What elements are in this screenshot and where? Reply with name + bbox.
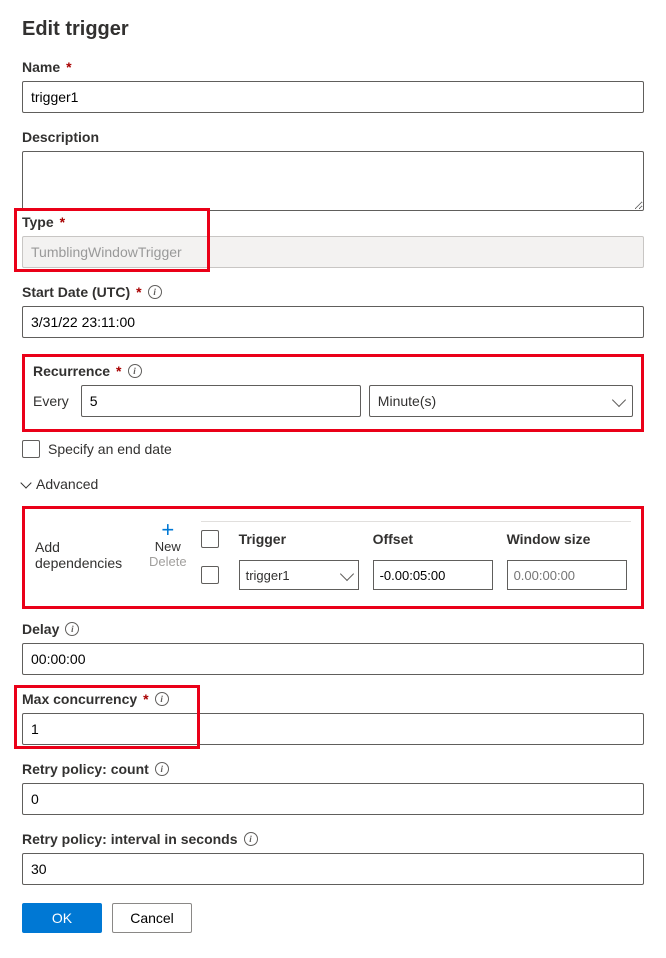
info-icon[interactable]: i: [65, 622, 79, 636]
page-title: Edit trigger: [22, 18, 644, 41]
chevron-down-icon: [612, 392, 626, 406]
chevron-down-icon: [20, 477, 31, 488]
delay-label: Delay: [22, 621, 59, 637]
offset-column-header: Offset: [373, 531, 493, 547]
info-icon[interactable]: i: [148, 285, 162, 299]
table-row: trigger1: [201, 560, 631, 590]
recurrence-label: Recurrence: [33, 363, 110, 379]
wsize-column-header: Window size: [507, 531, 627, 547]
dep-wsize-input[interactable]: [507, 560, 627, 590]
recurrence-section: Recurrence * i Every Minute(s): [22, 354, 644, 432]
required-asterisk: *: [66, 59, 71, 75]
name-label: Name: [22, 59, 60, 75]
required-asterisk: *: [116, 363, 121, 379]
specify-end-label: Specify an end date: [48, 441, 172, 457]
start-date-field: Start Date (UTC) * i: [22, 284, 644, 338]
end-date-field: Specify an end date: [22, 440, 644, 458]
info-icon[interactable]: i: [128, 364, 142, 378]
plus-icon: +: [161, 521, 174, 539]
ok-button[interactable]: OK: [22, 903, 102, 933]
retry-interval-label: Retry policy: interval in seconds: [22, 831, 238, 847]
required-asterisk: *: [136, 284, 141, 300]
max-concurrency-input[interactable]: [22, 713, 644, 745]
info-icon[interactable]: i: [155, 692, 169, 706]
new-button[interactable]: New: [155, 539, 181, 554]
recurrence-unit-select[interactable]: Minute(s): [369, 385, 633, 417]
dep-trigger-select[interactable]: trigger1: [239, 560, 359, 590]
retry-interval-field: Retry policy: interval in seconds i: [22, 831, 644, 885]
required-asterisk: *: [60, 214, 65, 230]
recurrence-value-input[interactable]: [81, 385, 361, 417]
start-date-input[interactable]: [22, 306, 644, 338]
max-concurrency-field: Max concurrency * i: [22, 691, 644, 745]
description-input[interactable]: [22, 151, 644, 211]
delete-button[interactable]: Delete: [149, 554, 187, 569]
every-label: Every: [33, 393, 69, 409]
description-field: Description: [22, 129, 644, 214]
required-asterisk: *: [143, 691, 148, 707]
start-date-label: Start Date (UTC): [22, 284, 130, 300]
add-dependencies-section: Add dependencies + New Delete Trigger Of…: [22, 506, 644, 609]
dependencies-table: Trigger Offset Window size trigger1: [201, 521, 631, 590]
advanced-label: Advanced: [36, 476, 98, 492]
button-bar: OK Cancel: [22, 903, 644, 933]
max-concurrency-label: Max concurrency: [22, 691, 137, 707]
specify-end-checkbox[interactable]: [22, 440, 40, 458]
retry-count-input[interactable]: [22, 783, 644, 815]
cancel-button[interactable]: Cancel: [112, 903, 192, 933]
advanced-toggle[interactable]: Advanced: [22, 476, 644, 492]
name-field: Name *: [22, 59, 644, 113]
type-field-real: Type *: [22, 214, 644, 268]
trigger-column-header: Trigger: [239, 531, 359, 547]
retry-interval-input[interactable]: [22, 853, 644, 885]
type-input: [22, 236, 644, 268]
retry-count-field: Retry policy: count i: [22, 761, 644, 815]
info-icon[interactable]: i: [155, 762, 169, 776]
delay-field: Delay i: [22, 621, 644, 675]
description-label: Description: [22, 129, 99, 145]
dep-trigger-value: trigger1: [246, 568, 290, 583]
dep-offset-input[interactable]: [373, 560, 493, 590]
recurrence-unit-value: Minute(s): [378, 393, 436, 409]
add-dependencies-label: Add dependencies: [35, 521, 135, 571]
retry-count-label: Retry policy: count: [22, 761, 149, 777]
delay-input[interactable]: [22, 643, 644, 675]
name-input[interactable]: [22, 81, 644, 113]
type-label: Type: [22, 214, 54, 230]
select-all-checkbox[interactable]: [201, 530, 219, 548]
info-icon[interactable]: i: [244, 832, 258, 846]
row-checkbox[interactable]: [201, 566, 219, 584]
chevron-down-icon: [340, 566, 354, 580]
